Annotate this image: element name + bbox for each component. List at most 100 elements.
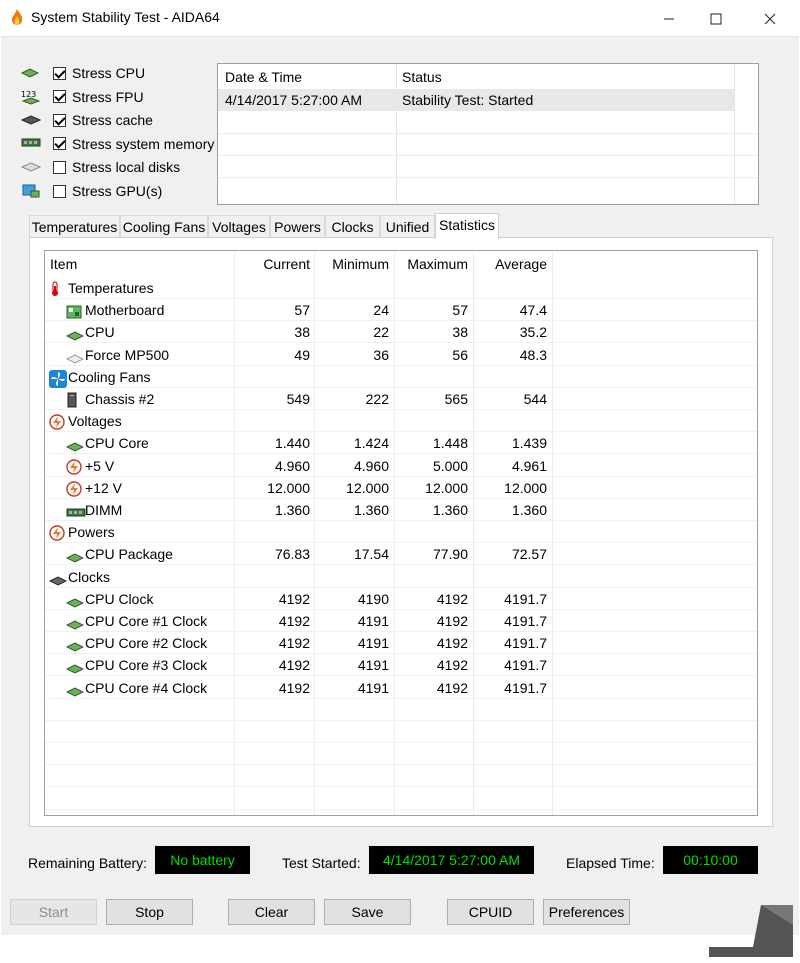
tab-statistics[interactable]: Statistics [435,213,499,239]
cell-current: 38 [294,324,310,341]
cell-current: 4.960 [274,457,310,474]
clear-button[interactable]: Clear [228,899,315,925]
table-row[interactable]: Chassis #2 549 222 565 544 [45,388,757,410]
row-label: DIMM [66,499,122,521]
close-button[interactable] [747,0,793,36]
row-label-text: Clocks [68,568,111,585]
battery-value: No battery [155,846,250,874]
cell-minimum: 4191 [357,635,389,652]
column-header-maximum[interactable]: Maximum [394,251,468,277]
maximize-button[interactable] [693,0,739,36]
row-label: Chassis #2 [66,388,154,410]
table-row[interactable]: DIMM 1.360 1.360 1.360 1.360 [45,499,757,521]
cpu-icon [65,614,85,630]
table-row[interactable]: CPU Package 76.83 17.54 77.90 72.57 [45,543,757,566]
maximize-icon [710,13,722,25]
cell-current: 549 [286,391,310,407]
cell-maximum: 1.360 [432,502,468,518]
tab-cooling-fans[interactable]: Cooling Fans [120,215,208,237]
cell-average: 4191.7 [504,635,547,652]
empty-row [45,788,757,810]
test-started-value: 4/14/2017 5:27:00 AM [369,846,534,874]
table-row[interactable]: CPU Core #1 Clock 4192 4191 4192 4191.7 [45,610,757,632]
cell-minimum: 4191 [357,613,389,629]
cache-icon [20,112,43,128]
memory-icon [66,503,86,517]
group-row[interactable]: Voltages [45,410,757,433]
cell-maximum: 56 [452,346,468,363]
group-row[interactable]: Clocks [45,566,757,588]
row-label-text: Powers [68,524,115,541]
tab-voltages[interactable]: Voltages [208,215,270,237]
table-row[interactable]: CPU Core #3 Clock 4192 4191 4192 4191.7 [45,654,757,677]
row-label-text: +12 V [85,479,122,496]
column-header-average[interactable]: Average [473,251,547,277]
tab-unified[interactable]: Unified [380,215,435,237]
checkbox[interactable] [53,66,66,80]
stress-option[interactable]: Stress GPU(s) [21,180,162,202]
cell-minimum: 17.54 [353,546,389,563]
checkbox[interactable] [53,137,66,151]
cell-maximum: 4192 [436,635,468,652]
group-row[interactable]: Temperatures [45,277,757,299]
stress-option[interactable]: 123 Stress FPU [21,86,144,108]
table-row[interactable]: Force MP500 49 36 56 48.3 [45,344,757,366]
log-column-divider [396,64,397,204]
table-row[interactable]: CPU Clock 4192 4190 4192 4191.7 [45,588,757,610]
column-header-minimum[interactable]: Minimum [314,251,389,277]
log-row-line [218,155,758,156]
checkbox[interactable] [53,184,66,198]
row-label-text: CPU Package [85,546,173,563]
start-button[interactable]: Start [10,899,97,925]
stress-option-label: Stress cache [72,112,153,129]
cell-average: 544 [523,391,547,407]
table-row[interactable]: +12 V 12.000 12.000 12.000 12.000 [45,477,757,499]
table-row[interactable]: CPU Core #4 Clock 4192 4191 4192 4191.7 [45,677,757,699]
cell-current: 1.440 [274,435,310,452]
checkbox[interactable] [53,160,66,174]
minimize-button[interactable] [646,0,692,36]
cell-average: 35.2 [519,324,547,341]
table-row[interactable]: CPU 38 22 38 35.2 [45,321,757,344]
log-row-line [218,177,758,178]
stress-option-label: Stress system memory [72,135,215,152]
table-row[interactable]: CPU Core 1.440 1.424 1.448 1.439 [45,432,757,455]
cpuid-button[interactable]: CPUID [447,899,534,925]
stress-option[interactable]: Stress CPU [20,62,145,84]
table-row[interactable]: +5 V 4.960 4.960 5.000 4.961 [45,455,757,477]
statistics-panel: Item Current Minimum Maximum Average Tem… [29,237,773,827]
checkbox[interactable] [53,113,66,127]
event-log[interactable]: Date & Time Status 4/14/2017 5:27:00 AM … [217,63,759,205]
column-header-current[interactable]: Current [234,251,310,277]
test-started-label: Test Started: [282,855,361,871]
table-row[interactable]: Motherboard 57 24 57 47.4 [45,299,757,322]
tab-powers[interactable]: Powers [270,215,325,237]
group-row[interactable]: Cooling Fans [45,366,757,388]
cell-minimum: 4190 [357,590,389,607]
empty-row [45,765,757,788]
save-button[interactable]: Save [324,899,411,925]
clock-chip-icon [48,570,68,586]
stress-option[interactable]: Stress cache [20,109,153,131]
stress-option[interactable]: Stress system memory [21,133,214,155]
empty-row [45,721,757,743]
statistics-table[interactable]: Item Current Minimum Maximum Average Tem… [44,250,758,816]
stress-option[interactable]: Stress local disks [20,156,180,178]
log-row[interactable]: 4/14/2017 5:27:00 AM Stability Test: Sta… [218,89,734,111]
cell-average: 4191.7 [504,657,547,674]
stop-button[interactable]: Stop [106,899,193,925]
table-row[interactable]: CPU Core #2 Clock 4192 4191 4192 4191.7 [45,632,757,655]
preferences-button[interactable]: Preferences [543,899,630,925]
row-label: Powers [49,521,115,543]
row-label: Temperatures [49,277,154,299]
log-header-datetime[interactable]: Date & Time [225,64,302,90]
tab-clocks[interactable]: Clocks [325,215,380,237]
checkbox[interactable] [53,90,66,104]
fan-icon [49,369,67,388]
battery-label: Remaining Battery: [28,855,148,871]
column-header-item[interactable]: Item [50,251,77,277]
drive-icon [65,348,85,364]
tab-temperatures[interactable]: Temperatures [29,215,120,237]
log-header-status[interactable]: Status [402,64,442,90]
group-row[interactable]: Powers [45,521,757,544]
